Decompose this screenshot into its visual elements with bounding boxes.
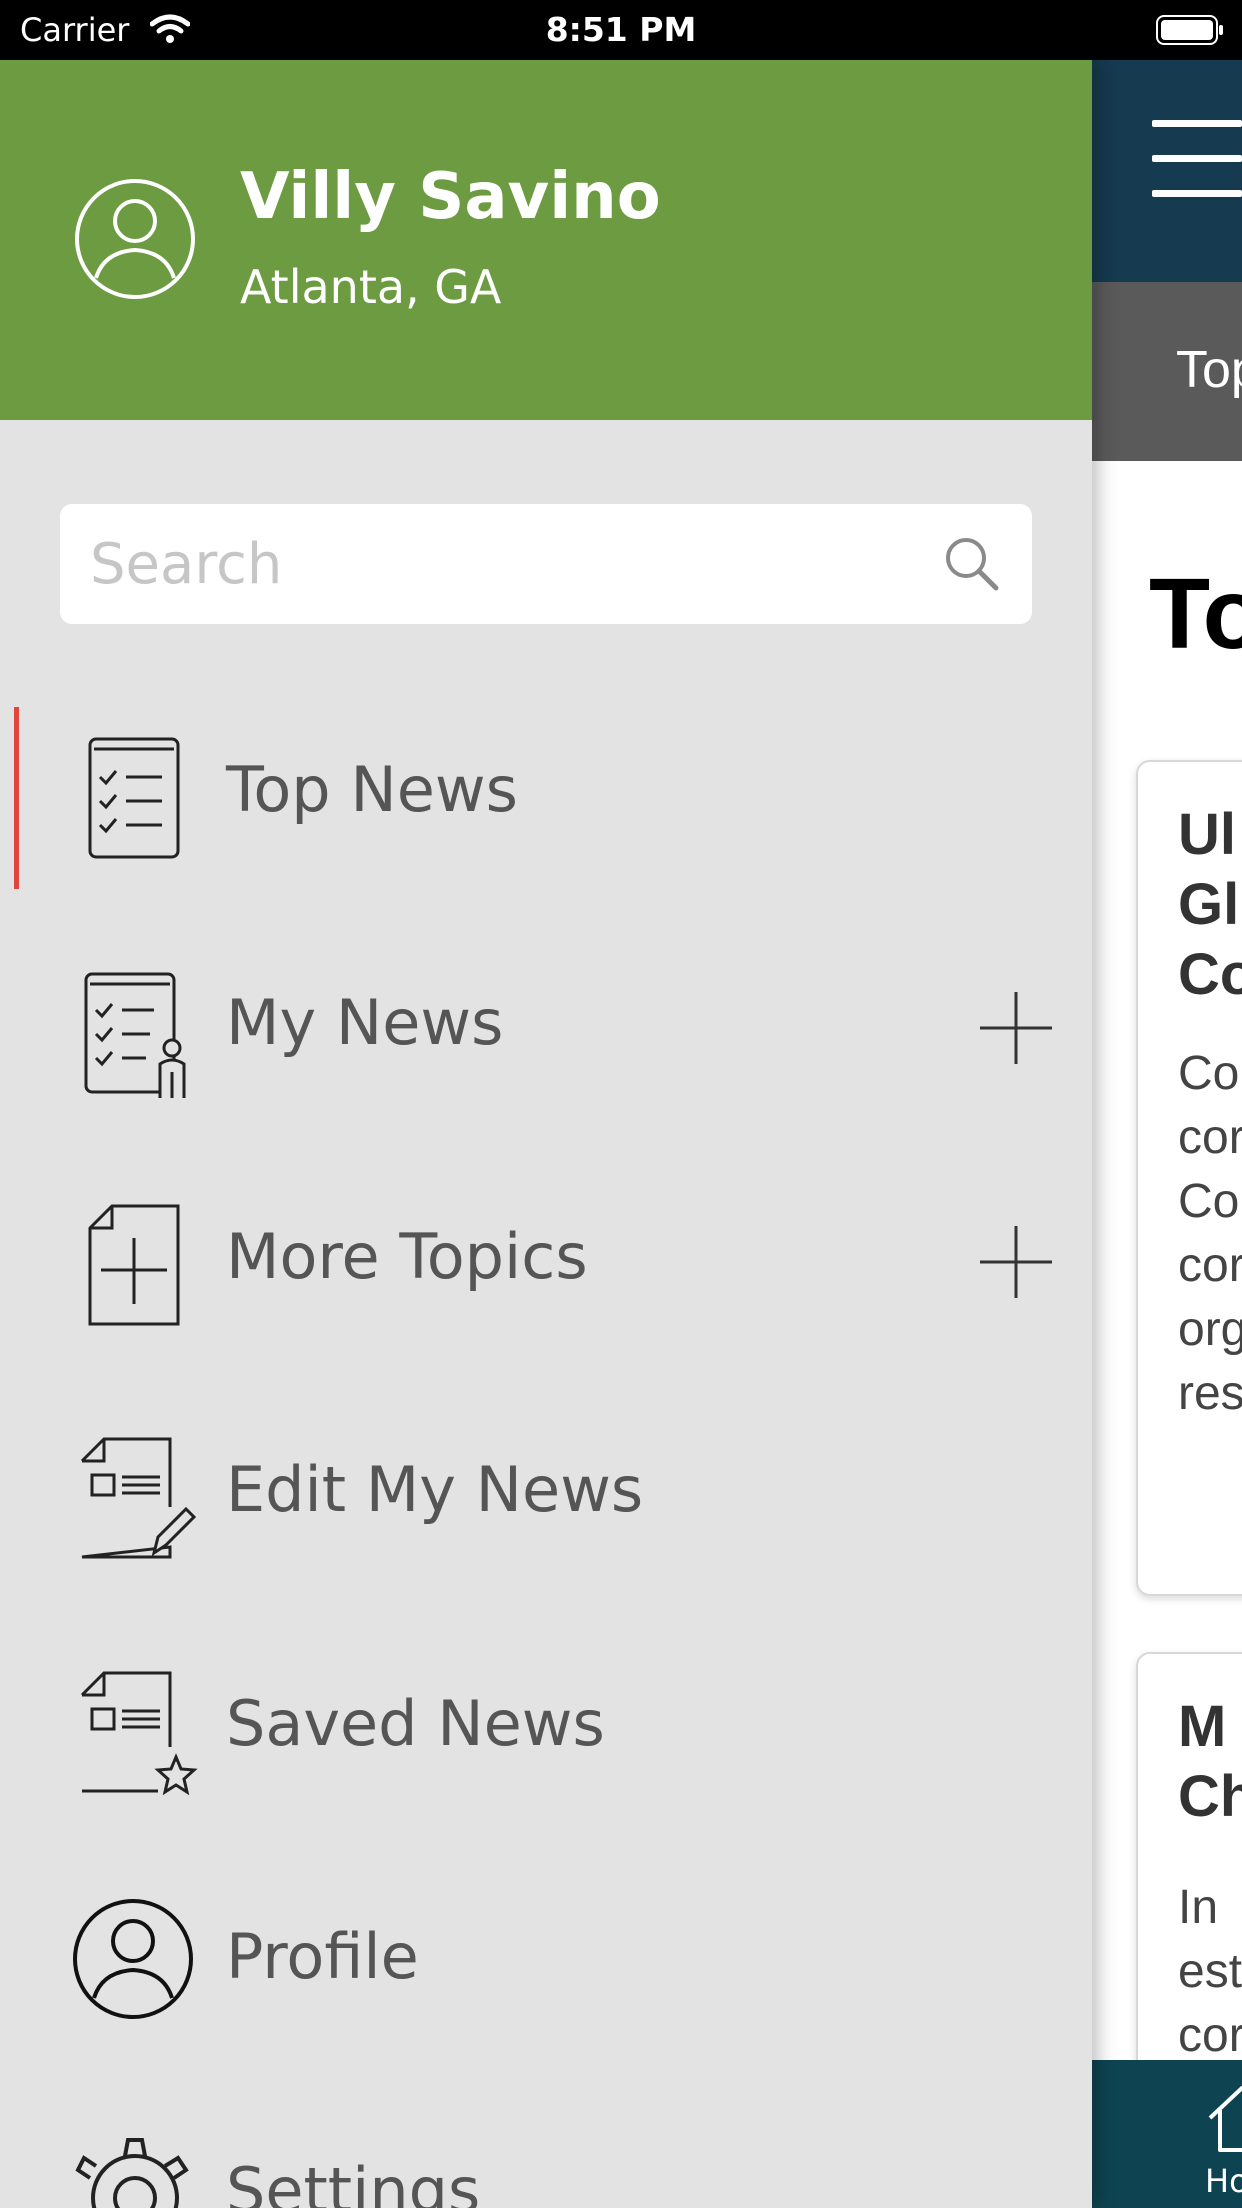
user-location: Atlanta, GA [240, 260, 502, 314]
status-time: 8:51 PM [545, 10, 697, 49]
active-indicator [14, 707, 19, 889]
menu-item-label: Profile [226, 1920, 419, 1993]
card-body-line: cor [1178, 1111, 1242, 1164]
menu-item-label: Saved News [226, 1687, 605, 1760]
menu-item-label: More Topics [226, 1220, 588, 1293]
card-body-line: cor [1178, 1239, 1242, 1292]
card-body-line: Co [1178, 1047, 1240, 1100]
menu-item-edit-my-news[interactable]: Edit My News [0, 1405, 1092, 1595]
card-title-line: Gl [1178, 872, 1240, 937]
menu-item-label: Settings [226, 2154, 481, 2208]
expand-plus-icon[interactable] [978, 990, 1054, 1070]
card-body-line: Co [1178, 1175, 1240, 1228]
card-title-line: M [1178, 1694, 1227, 1759]
card-title-line: Ch [1178, 1764, 1242, 1829]
app-root: Carrier 8:51 PM Top [0, 0, 1242, 2208]
menu-item-label: Top News [226, 753, 518, 826]
card-body-line: cor [1178, 2009, 1242, 2062]
home-label[interactable]: Ho [1205, 2162, 1242, 2200]
side-drawer: Villy Savino Atlanta, GA Search Top News… [0, 60, 1092, 2208]
menu-item-more-topics[interactable]: More Topics [0, 1172, 1092, 1362]
tab-top-news[interactable]: Top [1176, 340, 1242, 400]
main-tabbar: Top [1092, 282, 1242, 461]
menu-item-top-news[interactable]: Top News [0, 705, 1092, 895]
profile-header[interactable]: Villy Savino Atlanta, GA [0, 60, 1092, 420]
document-star-icon [70, 1661, 200, 1801]
search-bar [60, 504, 1032, 624]
document-plus-icon [70, 1194, 200, 1334]
menu-item-label: My News [226, 986, 504, 1059]
news-card[interactable]: Ul Gl Co Co cor Co cor org res [1136, 760, 1242, 1596]
search-input[interactable] [90, 504, 930, 624]
card-body-line: org [1178, 1303, 1242, 1356]
menu-item-my-news[interactable]: My News [0, 938, 1092, 1128]
main-header [1092, 60, 1242, 282]
search-icon[interactable] [942, 534, 1002, 598]
gear-icon [70, 2128, 200, 2208]
page-title: To [1149, 558, 1242, 670]
card-body-line: est [1178, 1945, 1242, 1998]
battery-icon [1156, 15, 1226, 49]
card-title-line: Co [1178, 942, 1242, 1007]
menu-item-settings[interactable]: Settings [0, 2106, 1092, 2208]
news-card[interactable]: M Ch In est cor [1136, 1652, 1242, 2116]
card-body-line: In [1178, 1881, 1219, 1934]
checklist-icon [70, 727, 200, 867]
document-edit-icon [70, 1427, 200, 1567]
menu-item-profile[interactable]: Profile [0, 1872, 1092, 2062]
home-icon[interactable] [1202, 2078, 1242, 2162]
checklist-person-icon [70, 960, 200, 1100]
bottom-nav: Ho [1092, 2060, 1242, 2208]
expand-plus-icon[interactable] [978, 1224, 1054, 1304]
user-circle-icon [72, 1898, 202, 2038]
menu-item-label: Edit My News [226, 1453, 644, 1526]
avatar-icon [74, 178, 196, 304]
status-bar: Carrier 8:51 PM [0, 0, 1242, 60]
main-content: Top To Ul Gl Co Co cor Co cor org res M … [1092, 60, 1242, 2208]
card-body-line: res [1178, 1367, 1242, 1420]
user-name: Villy Savino [240, 160, 661, 234]
card-title-line: Ul [1178, 802, 1236, 867]
menu-item-saved-news[interactable]: Saved News [0, 1639, 1092, 1829]
